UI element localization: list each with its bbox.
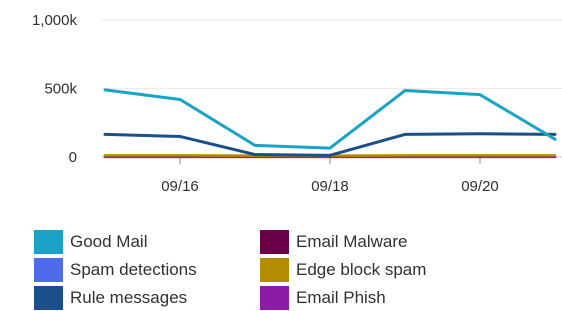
- x-tick-label: 09/16: [161, 178, 199, 195]
- series-lines: [103, 88, 557, 159]
- legend-swatch: [34, 286, 63, 310]
- legend-swatch: [260, 258, 289, 282]
- legend-swatch: [34, 258, 63, 282]
- legend-label: Rule messages: [70, 288, 188, 307]
- legend-swatch: [34, 230, 63, 254]
- x-tick-label: 09/18: [311, 178, 349, 195]
- legend-item-spam-detections[interactable]: Spam detections: [34, 257, 260, 283]
- legend-item-edge-block-spam[interactable]: Edge block spam: [260, 257, 480, 283]
- legend-label: Email Phish: [296, 288, 386, 307]
- y-tick-label: 500k: [44, 81, 77, 98]
- legend-item-email-phish[interactable]: Email Phish: [260, 285, 480, 311]
- legend-label: Edge block spam: [296, 260, 427, 279]
- series-line-rule-messages[interactable]: [103, 132, 557, 157]
- legend-label: Good Mail: [70, 232, 148, 251]
- legend-swatch: [260, 286, 289, 310]
- series-line-good-mail[interactable]: [103, 88, 557, 150]
- y-axis: 1,000k 500k 0: [32, 12, 78, 166]
- y-tick-label: 1,000k: [32, 12, 78, 29]
- legend-item-email-malware[interactable]: Email Malware: [260, 229, 480, 255]
- y-tick-label: 0: [69, 149, 77, 166]
- legend: Good Mail Email Malware Spam detections …: [34, 229, 480, 311]
- x-axis: 09/16 09/18 09/20: [161, 157, 499, 195]
- x-tick-label: 09/20: [461, 178, 499, 195]
- legend-label: Spam detections: [70, 260, 197, 279]
- legend-swatch: [260, 230, 289, 254]
- legend-item-rule-messages[interactable]: Rule messages: [34, 285, 260, 311]
- legend-label: Email Malware: [296, 232, 408, 251]
- line-chart: 1,000k 500k 0 09/16 09/18 09/20: [32, 12, 562, 195]
- legend-item-good-mail[interactable]: Good Mail: [34, 229, 260, 255]
